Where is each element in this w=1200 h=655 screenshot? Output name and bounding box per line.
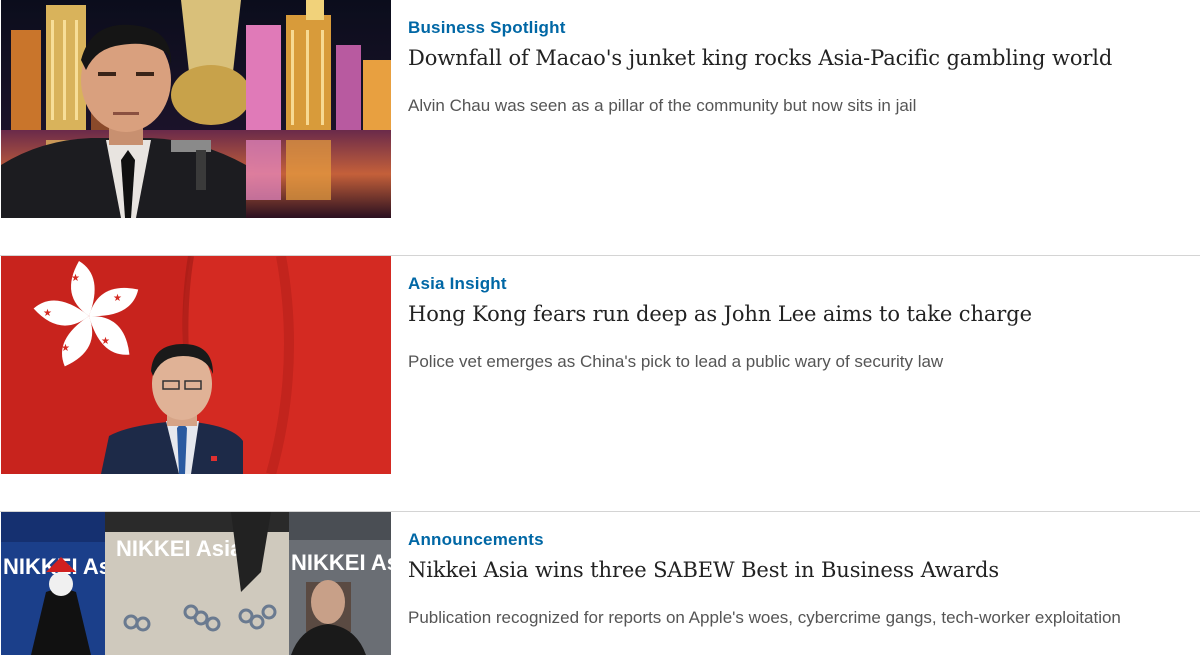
svg-text:★: ★ [43, 308, 52, 319]
article-image-macao[interactable] [1, 0, 391, 218]
cover-title: NIKKEI Asia [116, 536, 243, 561]
section-label[interactable]: Business Spotlight [408, 18, 566, 38]
article-summary: Alvin Chau was seen as a pillar of the c… [408, 96, 917, 115]
section-label[interactable]: Asia Insight [408, 274, 507, 294]
svg-text:★: ★ [61, 343, 70, 354]
article-image-hong-kong[interactable]: ★ ★ ★ ★ ★ [1, 256, 391, 474]
article-card: ★ ★ ★ ★ ★ Asia Insight Hong Kong fears r… [0, 256, 1200, 511]
article-card: NIKKEI Asia NIKKEI Asia NIKKEI Asia [0, 512, 1200, 655]
photo-man-casino-skyline-icon [1, 0, 391, 218]
section-label[interactable]: Announcements [408, 530, 544, 550]
article-summary: Police vet emerges as China's pick to le… [408, 352, 944, 371]
svg-text:★: ★ [113, 293, 122, 304]
svg-text:★: ★ [101, 336, 110, 347]
photo-magazine-covers-icon: NIKKEI Asia NIKKEI Asia NIKKEI Asia [1, 512, 391, 655]
article-headline[interactable]: Nikkei Asia wins three SABEW Best in Bus… [408, 558, 999, 582]
article-headline[interactable]: Downfall of Macao's junket king rocks As… [408, 46, 1112, 70]
svg-text:★: ★ [71, 273, 80, 284]
article-card: Business Spotlight Downfall of Macao's j… [0, 0, 1200, 255]
cover-title: NIKKEI Asia [291, 550, 391, 575]
article-image-awards[interactable]: NIKKEI Asia NIKKEI Asia NIKKEI Asia [1, 512, 391, 655]
photo-man-hong-kong-flag-icon: ★ ★ ★ ★ ★ [1, 256, 391, 474]
article-headline[interactable]: Hong Kong fears run deep as John Lee aim… [408, 302, 1032, 326]
article-summary: Publication recognized for reports on Ap… [408, 608, 1121, 627]
